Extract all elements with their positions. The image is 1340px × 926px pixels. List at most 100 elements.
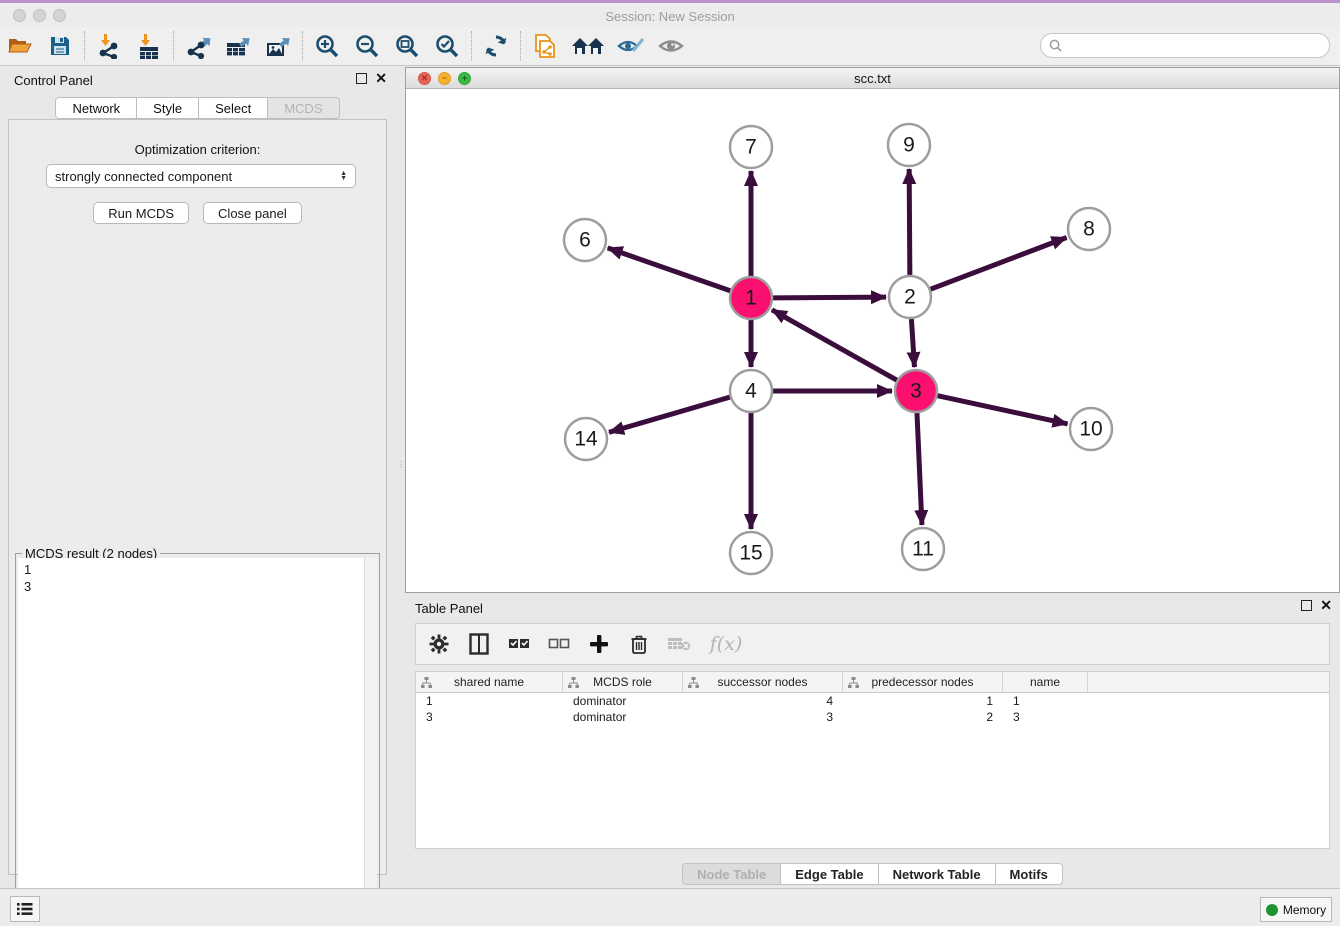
table-cell[interactable]: 4 bbox=[683, 694, 843, 708]
svg-text:15: 15 bbox=[739, 542, 762, 565]
table-cell[interactable]: 3 bbox=[416, 710, 563, 724]
optimization-criterion-label: Optimization criterion: bbox=[9, 142, 386, 157]
table-row[interactable]: 1dominator411 bbox=[416, 693, 1329, 709]
mcds-panel: Optimization criterion: strongly connect… bbox=[8, 119, 387, 875]
node-table[interactable]: shared nameMCDS rolesuccessor nodesprede… bbox=[415, 671, 1330, 849]
table-panel: Table Panel ✕ f(x) shared nameMCDS ro bbox=[405, 595, 1340, 886]
table-tabs: Node TableEdge TableNetwork TableMotifs bbox=[405, 863, 1340, 885]
hierarchy-icon bbox=[688, 677, 699, 688]
result-item: 3 bbox=[24, 578, 371, 595]
table-cell[interactable]: dominator bbox=[563, 710, 683, 724]
table-cell[interactable]: 1 bbox=[416, 694, 563, 708]
edge-3-11[interactable] bbox=[917, 413, 922, 525]
refresh-icon[interactable] bbox=[476, 28, 516, 64]
table-cell[interactable]: 3 bbox=[1003, 710, 1088, 724]
close-panel-icon[interactable]: ✕ bbox=[375, 73, 387, 84]
svg-text:6: 6 bbox=[579, 229, 591, 252]
deselect-all-icon[interactable] bbox=[546, 629, 572, 659]
graph-node-15[interactable]: 15 bbox=[730, 532, 772, 574]
edge-3-1[interactable] bbox=[772, 310, 897, 380]
column-header-name[interactable]: name bbox=[1003, 672, 1088, 692]
graph-node-3[interactable]: 3 bbox=[895, 370, 937, 412]
edge-2-3[interactable] bbox=[911, 319, 914, 367]
table-cell[interactable]: 2 bbox=[843, 710, 1003, 724]
edge-1-2[interactable] bbox=[773, 297, 886, 298]
column-header-MCDS-role[interactable]: MCDS role bbox=[563, 672, 683, 692]
export-table-icon[interactable] bbox=[218, 28, 258, 64]
column-header-predecessor-nodes[interactable]: predecessor nodes bbox=[843, 672, 1003, 692]
tab-node-table[interactable]: Node Table bbox=[682, 863, 781, 885]
close-table-panel-icon[interactable]: ✕ bbox=[1320, 600, 1332, 611]
show-eye-icon[interactable] bbox=[651, 28, 691, 64]
mcds-result-list[interactable]: 13 bbox=[18, 558, 377, 920]
edge-1-6[interactable] bbox=[608, 248, 731, 291]
edge-4-14[interactable] bbox=[609, 397, 730, 432]
app-titlebar: Session: New Session bbox=[0, 0, 1340, 26]
tab-network-table[interactable]: Network Table bbox=[879, 863, 996, 885]
table-cell[interactable]: 1 bbox=[1003, 694, 1088, 708]
tab-network[interactable]: Network bbox=[55, 97, 137, 119]
graph-node-9[interactable]: 9 bbox=[888, 124, 930, 166]
import-table-icon[interactable] bbox=[129, 28, 169, 64]
column-header-successor-nodes[interactable]: successor nodes bbox=[683, 672, 843, 692]
add-column-icon[interactable] bbox=[586, 629, 612, 659]
criterion-select[interactable]: strongly connected component ▲▼ bbox=[46, 164, 356, 188]
search-input[interactable] bbox=[1040, 33, 1330, 58]
search-field[interactable] bbox=[1067, 39, 1329, 53]
column-header-shared-name[interactable]: shared name bbox=[416, 672, 563, 692]
table-row[interactable]: 3dominator323 bbox=[416, 709, 1329, 725]
zoom-selected-icon[interactable] bbox=[427, 28, 467, 64]
task-list-icon[interactable] bbox=[10, 896, 40, 922]
memory-button[interactable]: Memory bbox=[1260, 897, 1332, 922]
network-titlebar[interactable]: ✕ − + scc.txt bbox=[406, 68, 1339, 89]
tab-select[interactable]: Select bbox=[199, 97, 268, 119]
zoom-in-icon[interactable] bbox=[307, 28, 347, 64]
svg-text:7: 7 bbox=[745, 136, 757, 159]
table-body: 1dominator4113dominator323 bbox=[416, 693, 1329, 725]
svg-text:3: 3 bbox=[910, 380, 922, 403]
export-network-icon[interactable] bbox=[178, 28, 218, 64]
graph-node-2[interactable]: 2 bbox=[889, 276, 931, 318]
open-file-icon[interactable] bbox=[0, 28, 40, 64]
table-cell[interactable]: 1 bbox=[843, 694, 1003, 708]
svg-text:11: 11 bbox=[912, 538, 934, 561]
network-canvas[interactable]: 7 9 6 8 1 2 4 3 14 10 15 11 bbox=[406, 89, 1339, 592]
graph-node-11[interactable]: 11 bbox=[902, 528, 944, 570]
edge-2-9[interactable] bbox=[909, 169, 910, 275]
import-network-icon[interactable] bbox=[89, 28, 129, 64]
zoom-fit-icon[interactable] bbox=[387, 28, 427, 64]
graph-node-14[interactable]: 14 bbox=[565, 418, 607, 460]
tab-style[interactable]: Style bbox=[137, 97, 199, 119]
graph-node-6[interactable]: 6 bbox=[564, 219, 606, 261]
edge-2-8[interactable] bbox=[931, 238, 1067, 290]
run-mcds-button[interactable]: Run MCDS bbox=[93, 202, 189, 224]
gear-icon[interactable] bbox=[426, 629, 452, 659]
home-layout-icon[interactable] bbox=[565, 28, 611, 64]
delete-icon[interactable] bbox=[626, 629, 652, 659]
column-icon[interactable] bbox=[466, 629, 492, 659]
table-cell[interactable]: dominator bbox=[563, 694, 683, 708]
svg-text:1: 1 bbox=[745, 287, 757, 310]
result-scrollbar[interactable] bbox=[364, 558, 377, 920]
export-image-icon[interactable] bbox=[258, 28, 298, 64]
tab-edge-table[interactable]: Edge Table bbox=[781, 863, 878, 885]
tab-mcds[interactable]: MCDS bbox=[268, 97, 339, 119]
close-panel-button[interactable]: Close panel bbox=[203, 202, 302, 224]
graph-node-10[interactable]: 10 bbox=[1070, 408, 1112, 450]
select-all-icon[interactable] bbox=[506, 629, 532, 659]
splitter-handle[interactable]: ⋮ bbox=[397, 460, 405, 469]
tab-motifs[interactable]: Motifs bbox=[996, 863, 1063, 885]
graph-node-7[interactable]: 7 bbox=[730, 126, 772, 168]
zoom-out-icon[interactable] bbox=[347, 28, 387, 64]
duplicate-network-icon[interactable] bbox=[525, 28, 565, 64]
graph-node-4[interactable]: 4 bbox=[730, 370, 772, 412]
save-session-icon[interactable] bbox=[40, 28, 80, 64]
graph-node-1[interactable]: 1 bbox=[730, 277, 772, 319]
graph-node-8[interactable]: 8 bbox=[1068, 208, 1110, 250]
float-table-panel-icon[interactable] bbox=[1301, 600, 1312, 611]
table-cell[interactable]: 3 bbox=[683, 710, 843, 724]
edge-3-10[interactable] bbox=[937, 396, 1067, 424]
float-panel-icon[interactable] bbox=[356, 73, 367, 84]
memory-status-icon bbox=[1266, 904, 1278, 916]
hide-selected-icon[interactable] bbox=[611, 28, 651, 64]
